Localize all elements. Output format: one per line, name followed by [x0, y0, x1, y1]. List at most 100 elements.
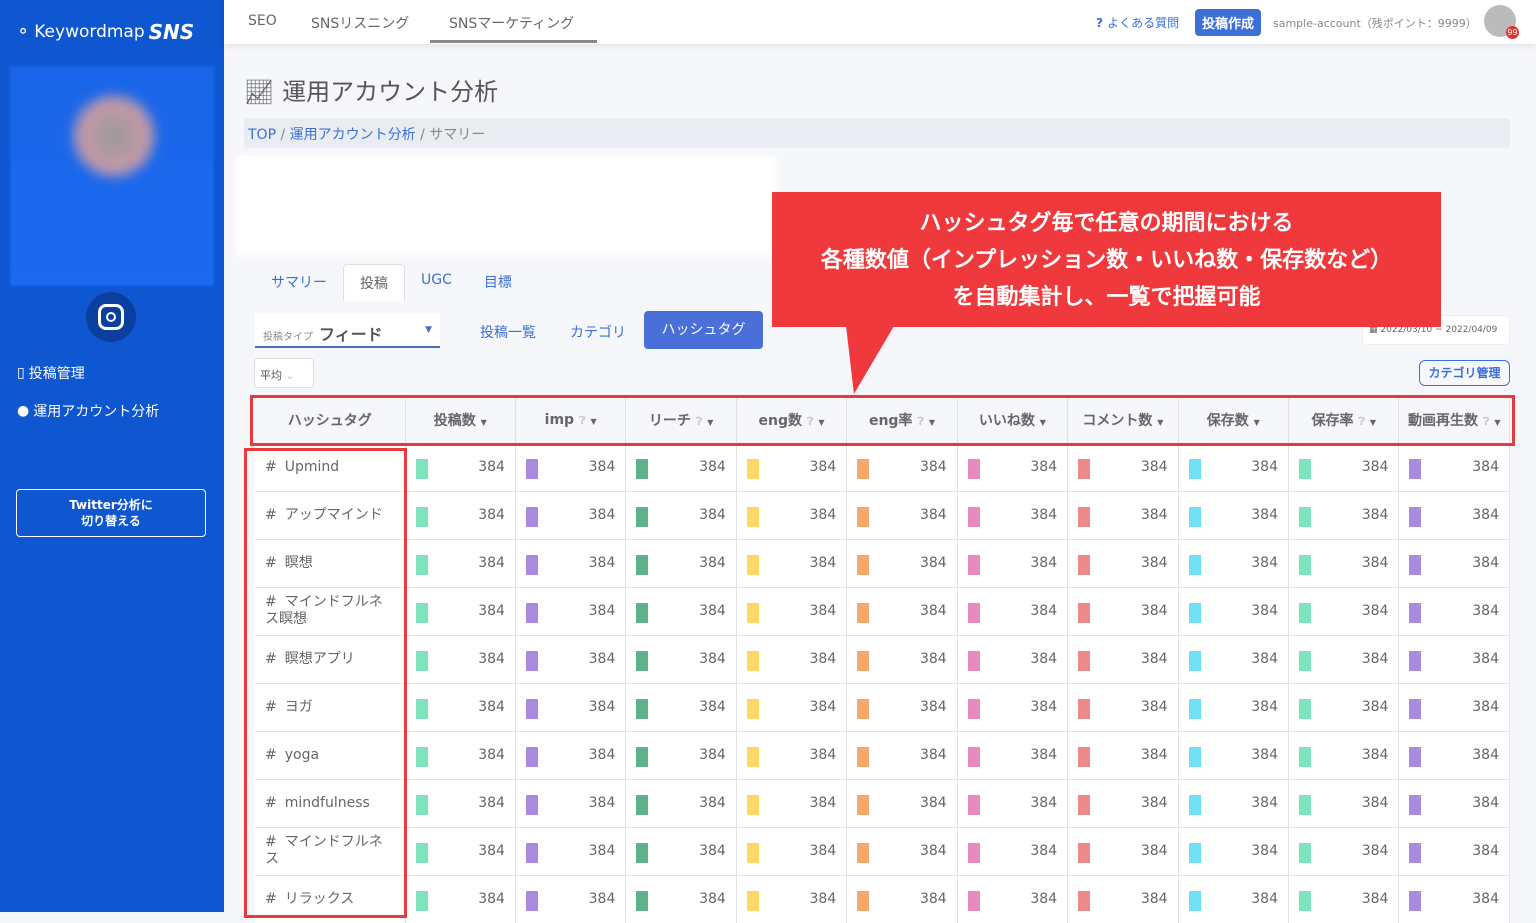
metric-cell: 384 — [1398, 538, 1510, 587]
metric-value: 384 — [1140, 794, 1168, 811]
tab-goals[interactable]: 目標 — [468, 264, 528, 301]
metric-bar — [1299, 890, 1311, 911]
sidebar-item-label: 運用アカウント分析 — [33, 404, 160, 420]
table-row: # yoga 384 384 384 384 384 384 384 384 384 384 — [255, 730, 1510, 779]
metric-cell: 384 — [1178, 634, 1290, 683]
metric-cell: 384 — [1178, 442, 1290, 491]
metric-value: 384 — [1140, 746, 1168, 763]
metric-cell: 384 — [1178, 538, 1290, 587]
metric-bar — [1409, 506, 1422, 527]
header-highlight — [250, 395, 1515, 446]
metric-value: 384 — [1251, 890, 1278, 907]
metric-value: 384 — [588, 746, 616, 763]
metric-bar — [746, 458, 759, 479]
table-row: # ヨガ 384 384 384 384 384 384 384 384 384 384 — [255, 682, 1510, 731]
metric-cell: 384 — [515, 826, 627, 875]
metric-bar — [1188, 890, 1201, 911]
metric-value: 384 — [1140, 650, 1168, 667]
metric-bar — [1299, 794, 1311, 815]
metric-value: 384 — [1472, 890, 1499, 907]
metric-value: 384 — [588, 602, 616, 619]
metric-value: 384 — [1251, 746, 1278, 763]
metric-cell: 384 — [1067, 490, 1179, 539]
tab-ugc[interactable]: UGC — [405, 264, 468, 301]
metric-value: 384 — [1472, 842, 1499, 859]
metric-value: 384 — [1030, 602, 1058, 619]
metric-value: 384 — [478, 890, 505, 907]
logo[interactable]: ⚬ Keywordmap SNS — [16, 20, 194, 44]
table-row: # マインドフルネス瞑想 384 384 384 384 384 384 384 384 384 38… — [255, 586, 1510, 635]
tab-sns-marketing[interactable]: SNSマーケティング — [449, 13, 574, 33]
sidebar-item-account-analysis[interactable]: ● 運用アカウント分析 — [17, 401, 159, 421]
sidebar: ⚬ Keywordmap SNS ▯ 投稿管理 ● 運用アカウント分析 Twitter分… — [0, 0, 224, 912]
instagram-icon[interactable] — [86, 292, 136, 342]
metric-value: 384 — [588, 890, 616, 907]
faq-link[interactable]: ? よくある質問 — [1096, 14, 1179, 31]
metric-value: 384 — [1030, 650, 1058, 667]
category-manage-button[interactable]: カテゴリ管理 — [1419, 360, 1510, 386]
metric-cell: 384 — [736, 874, 848, 923]
metric-cell: 384 — [625, 826, 737, 875]
post-type-select[interactable]: 投稿タイプ フィード ▼ — [255, 313, 440, 348]
metric-value: 384 — [699, 554, 726, 571]
metric-cell: 384 — [846, 538, 958, 587]
metric-value: 384 — [1472, 458, 1499, 475]
metric-value: 384 — [1030, 746, 1058, 763]
create-post-button[interactable]: 投稿作成 — [1195, 9, 1262, 36]
breadcrumb-top[interactable]: TOP — [248, 127, 276, 143]
metric-value: 384 — [809, 506, 837, 523]
metric-value: 384 — [809, 698, 837, 715]
page-title-text: 運用アカウント分析 — [282, 78, 499, 106]
metric-value: 384 — [1361, 602, 1389, 619]
sidebar-item-label: 投稿管理 — [28, 366, 85, 382]
metric-bar — [857, 650, 870, 671]
metric-cell: 384 — [1067, 730, 1179, 779]
callout-line: 各種数値（インプレッション数・いいね数・保存数など） — [820, 248, 1393, 273]
metric-bar — [415, 698, 428, 719]
metric-cell: 384 — [957, 826, 1069, 875]
hashtag-column-highlight — [244, 448, 407, 918]
aggregate-value: 平均 — [260, 369, 282, 382]
sidebar-item-post-management[interactable]: ▯ 投稿管理 — [17, 363, 85, 383]
tab-sns-listening[interactable]: SNSリスニング — [311, 13, 409, 33]
metric-cell: 384 — [515, 874, 627, 923]
metric-bar — [1409, 650, 1422, 671]
metric-bar — [746, 602, 759, 623]
metric-bar — [1078, 794, 1091, 815]
aggregate-select[interactable]: 平均 ⌄ — [254, 358, 314, 388]
metric-cell: 384 — [625, 490, 737, 539]
metric-cell: 384 — [405, 634, 516, 683]
tab-posts[interactable]: 投稿 — [343, 264, 405, 301]
metric-value: 384 — [1361, 458, 1389, 475]
switch-twitter-button[interactable]: Twitter分析に 切り替える — [16, 489, 206, 537]
metric-cell: 384 — [625, 586, 737, 635]
metric-cell: 384 — [846, 730, 958, 779]
metric-value: 384 — [809, 842, 837, 859]
metric-bar — [857, 890, 870, 911]
metric-cell: 384 — [1288, 538, 1400, 587]
logo-network-icon: ⚬ — [16, 22, 31, 42]
tab-summary[interactable]: サマリー — [255, 264, 343, 301]
post-list-link[interactable]: 投稿一覧 — [480, 322, 536, 342]
metric-cell: 384 — [625, 730, 737, 779]
metric-bar — [1409, 554, 1422, 575]
metric-bar — [1409, 746, 1422, 767]
category-link[interactable]: カテゴリ — [570, 322, 626, 342]
metric-bar — [1078, 506, 1091, 527]
metric-cell: 384 — [736, 730, 848, 779]
metric-value: 384 — [1251, 842, 1278, 859]
metric-cell: 384 — [515, 442, 627, 491]
tab-seo[interactable]: SEO — [248, 13, 277, 29]
metric-bar — [1299, 602, 1311, 623]
metric-bar — [1409, 698, 1422, 719]
metric-value: 384 — [588, 650, 616, 667]
metric-value: 384 — [809, 890, 837, 907]
hashtag-button[interactable]: ハッシュタグ — [644, 311, 763, 349]
metric-cell: 384 — [957, 442, 1069, 491]
breadcrumb-analysis[interactable]: 運用アカウント分析 — [290, 127, 416, 143]
metric-value: 384 — [919, 506, 947, 523]
metric-cell: 384 — [405, 826, 516, 875]
metric-bar — [1188, 698, 1201, 719]
metric-cell: 384 — [625, 682, 737, 731]
metric-bar — [1299, 458, 1311, 479]
